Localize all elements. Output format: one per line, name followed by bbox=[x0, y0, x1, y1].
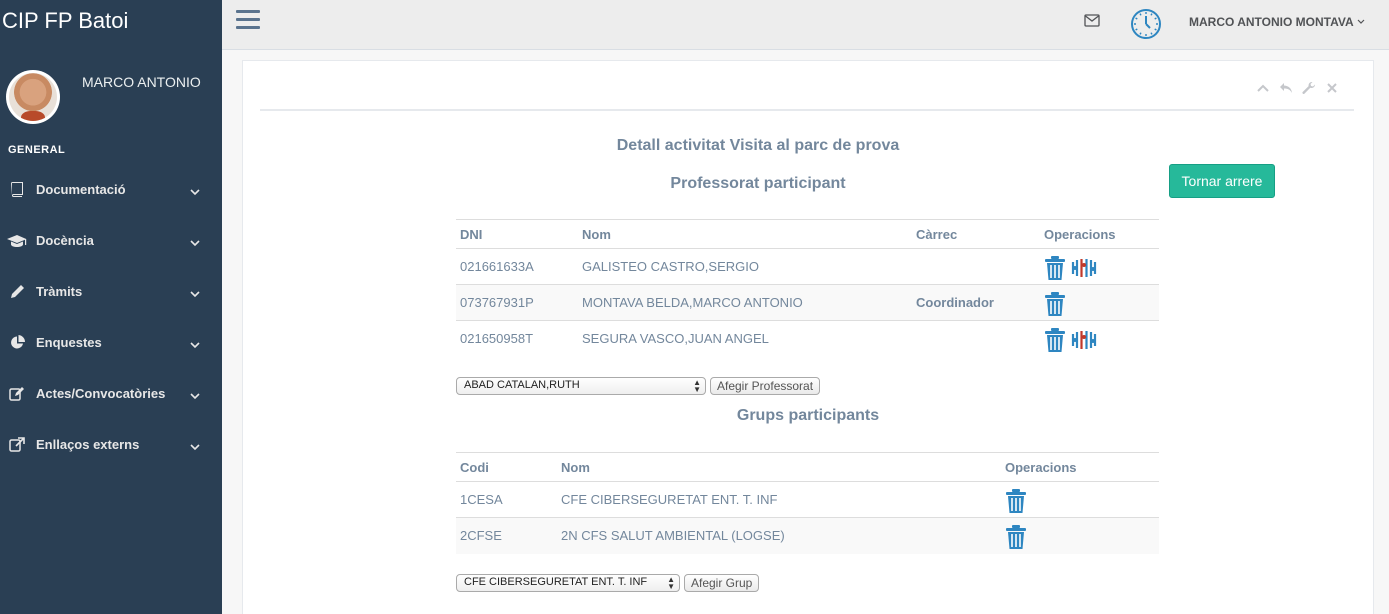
trash-icon[interactable] bbox=[1044, 291, 1066, 317]
pie-chart-icon bbox=[7, 335, 27, 351]
select-arrows-icon: ▲ ▼ bbox=[693, 378, 701, 394]
name-cell: 2N CFS SALUT AMBIENTAL (LOGSE) bbox=[557, 517, 1001, 554]
table-row: 1CESA CFE CIBERSEGURETAT ENT. T. INF bbox=[456, 481, 1159, 518]
panel-divider bbox=[260, 109, 1354, 111]
close-icon[interactable] bbox=[1325, 81, 1339, 95]
chevron-down-icon bbox=[1357, 13, 1365, 27]
sidebar: CIP FP Batoi MARCO ANTONIO GENERAL Docum… bbox=[0, 0, 222, 614]
professor-select[interactable]: ABAD CATALAN,RUTH ▲ ▼ bbox=[456, 377, 706, 395]
column-header[interactable]: Nom bbox=[578, 219, 912, 249]
operations-cell bbox=[1040, 248, 1159, 285]
dni-cell: 021661633A bbox=[456, 248, 578, 285]
section-title-groups: Grups participants bbox=[736, 407, 880, 424]
chevron-down-icon bbox=[190, 235, 200, 250]
role-cell bbox=[912, 320, 1040, 357]
profile-name: MARCO ANTONIO bbox=[82, 74, 201, 90]
column-header[interactable]: Codi bbox=[456, 452, 557, 482]
content-panel: Detall activitat Visita al parc de prova… bbox=[242, 60, 1374, 614]
dni-cell: 073767931P bbox=[456, 284, 578, 321]
user-menu[interactable]: MARCO ANTONIO MONTAVA bbox=[1189, 13, 1365, 29]
table-header-row: DNI Nom Càrrec Operacions bbox=[456, 219, 1159, 249]
table-row: 021650958T SEGURA VASCO,JUAN ANGEL bbox=[456, 320, 1159, 357]
sidebar-item-label: Documentació bbox=[36, 182, 126, 197]
brand-title[interactable]: CIP FP Batoi bbox=[2, 8, 128, 34]
panel-toolbox bbox=[1256, 81, 1339, 95]
sidebar-item-docencia[interactable]: Docència bbox=[0, 215, 222, 266]
operations-cell bbox=[1001, 517, 1159, 554]
trash-icon[interactable] bbox=[1044, 327, 1066, 353]
sidebar-item-documentacio[interactable]: Documentació bbox=[0, 164, 222, 215]
sidebar-item-label: Actes/Convocatòries bbox=[36, 386, 166, 401]
chevron-down-icon bbox=[190, 439, 200, 454]
reply-icon[interactable] bbox=[1279, 81, 1293, 95]
name-cell: CFE CIBERSEGURETAT ENT. T. INF bbox=[557, 481, 1001, 518]
chevron-down-icon bbox=[190, 337, 200, 352]
role-cell: Coordinador bbox=[912, 284, 1040, 321]
operations-cell bbox=[1040, 320, 1159, 357]
sidebar-item-enllacos[interactable]: Enllaços externs bbox=[0, 419, 222, 470]
code-cell: 1CESA bbox=[456, 481, 557, 518]
trash-icon[interactable] bbox=[1005, 524, 1027, 550]
sidebar-item-enquestes[interactable]: Enquestes bbox=[0, 317, 222, 368]
column-header[interactable]: DNI bbox=[456, 219, 578, 249]
column-header: Operacions bbox=[1001, 452, 1159, 482]
name-cell: MONTAVA BELDA,MARCO ANTONIO bbox=[578, 284, 912, 321]
chevron-down-icon bbox=[190, 184, 200, 199]
chevron-down-icon bbox=[190, 388, 200, 403]
user-name: MARCO ANTONIO MONTAVA bbox=[1189, 15, 1354, 29]
top-navbar: MARCO ANTONIO MONTAVA bbox=[222, 0, 1389, 50]
sidebar-menu: Documentació Docència Tràmits Enquestes bbox=[0, 164, 222, 470]
mail-icon[interactable] bbox=[1084, 14, 1100, 30]
menu-section-label: GENERAL bbox=[8, 144, 66, 156]
clock-icon[interactable] bbox=[1130, 8, 1162, 43]
table-row: 073767931P MONTAVA BELDA,MARCO ANTONIO C… bbox=[456, 284, 1159, 321]
chevron-down-icon bbox=[190, 286, 200, 301]
wrench-icon[interactable] bbox=[1302, 81, 1316, 95]
name-cell: GALISTEO CASTRO,SERGIO bbox=[578, 248, 912, 285]
coordinator-icon[interactable] bbox=[1071, 256, 1097, 280]
sidebar-item-actes[interactable]: Actes/Convocatòries bbox=[0, 368, 222, 419]
trash-icon[interactable] bbox=[1005, 488, 1027, 514]
add-group-button[interactable]: Afegir Grup bbox=[684, 574, 760, 592]
book-icon bbox=[7, 182, 27, 198]
role-cell bbox=[912, 248, 1040, 285]
sidebar-item-tramits[interactable]: Tràmits bbox=[0, 266, 222, 317]
sidebar-item-label: Tràmits bbox=[36, 284, 83, 299]
group-select[interactable]: CFE CIBERSEGURETAT ENT. T. INF ▲ ▼ bbox=[456, 574, 680, 592]
section-title-professors: Professorat participant bbox=[670, 175, 846, 192]
professors-table: DNI Nom Càrrec Operacions 021661633A GAL… bbox=[456, 219, 1159, 357]
column-header[interactable]: Càrrec bbox=[912, 219, 1040, 249]
professor-select-value: ABAD CATALAN,RUTH bbox=[464, 379, 580, 391]
collapse-icon[interactable] bbox=[1256, 81, 1270, 95]
sidebar-item-label: Enquestes bbox=[36, 335, 102, 350]
operations-cell bbox=[1001, 481, 1159, 518]
sidebar-item-label: Enllaços externs bbox=[36, 437, 140, 452]
groups-table: Codi Nom Operacions 1CESA CFE CIBERSEGUR… bbox=[456, 452, 1159, 554]
dni-cell: 021650958T bbox=[456, 320, 578, 357]
table-row: 2CFSE 2N CFS SALUT AMBIENTAL (LOGSE) bbox=[456, 517, 1159, 554]
graduation-cap-icon bbox=[7, 233, 27, 249]
pencil-icon bbox=[7, 284, 27, 300]
avatar bbox=[6, 70, 60, 124]
sidebar-item-label: Docència bbox=[36, 233, 94, 248]
column-header[interactable]: Nom bbox=[557, 452, 1001, 482]
column-header: Operacions bbox=[1040, 219, 1159, 249]
group-select-value: CFE CIBERSEGURETAT ENT. T. INF bbox=[464, 576, 648, 588]
name-cell: SEGURA VASCO,JUAN ANGEL bbox=[578, 320, 912, 357]
add-professor-button[interactable]: Afegir Professorat bbox=[710, 377, 821, 395]
menu-toggle-icon[interactable] bbox=[236, 10, 260, 30]
table-row: 021661633A GALISTEO CASTRO,SERGIO bbox=[456, 248, 1159, 285]
coordinator-icon[interactable] bbox=[1071, 328, 1097, 352]
operations-cell bbox=[1040, 284, 1159, 321]
table-header-row: Codi Nom Operacions bbox=[456, 452, 1159, 482]
external-link-icon bbox=[7, 437, 27, 453]
code-cell: 2CFSE bbox=[456, 517, 557, 554]
edit-icon bbox=[7, 386, 27, 402]
page-title: Detall activitat Visita al parc de prova bbox=[616, 137, 900, 154]
select-arrows-icon: ▲ ▼ bbox=[667, 575, 675, 591]
back-button[interactable]: Tornar arrere bbox=[1169, 164, 1275, 198]
trash-icon[interactable] bbox=[1044, 255, 1066, 281]
